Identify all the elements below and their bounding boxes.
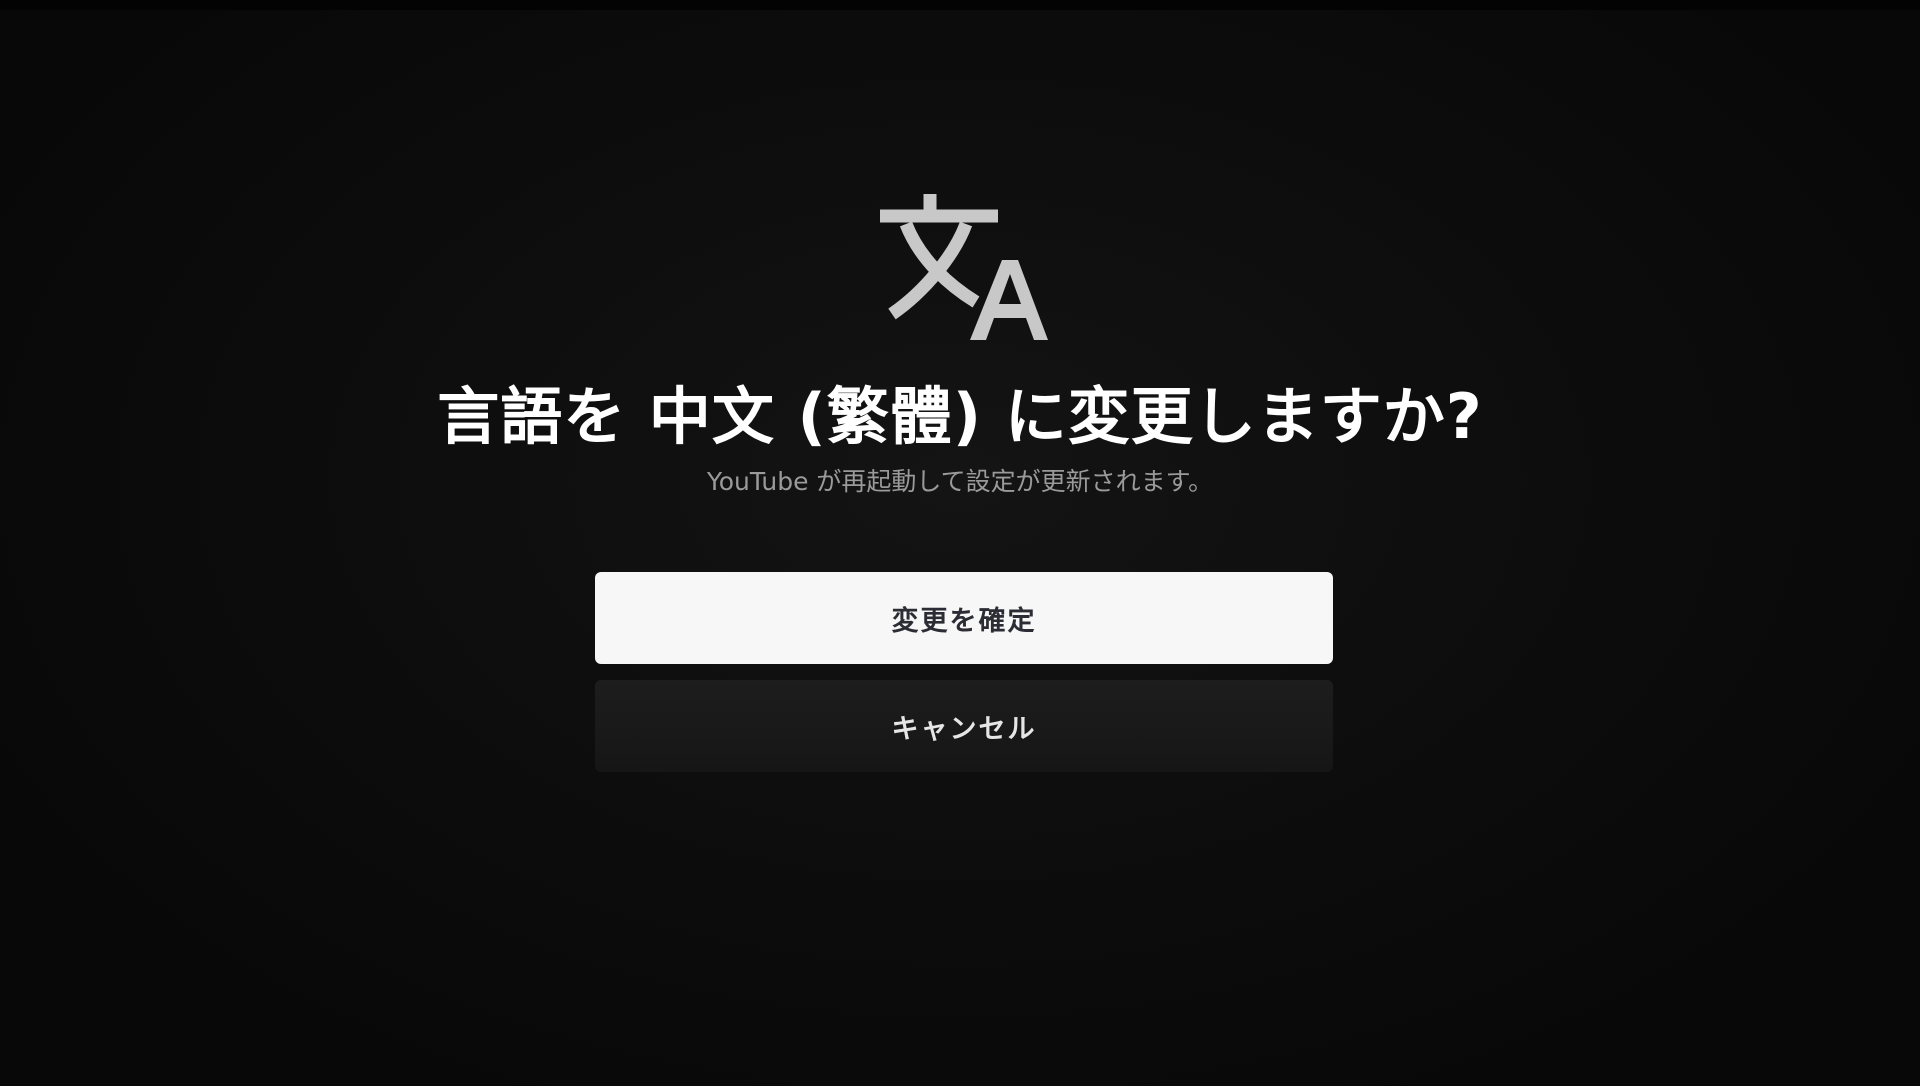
tv-screen: 言語を 中文 (繁體) に変更しますか? YouTube が再起動して設定が更新… [0, 0, 1920, 1086]
translate-icon [880, 194, 1048, 340]
cancel-label: キャンセル [891, 713, 1037, 745]
language-change-dialog: 言語を 中文 (繁體) に変更しますか? YouTube が再起動して設定が更新… [0, 0, 1920, 1086]
dialog-title: 言語を 中文 (繁體) に変更しますか? [437, 380, 1483, 453]
confirm-change-button[interactable]: 変更を確定 [595, 572, 1333, 664]
cancel-button[interactable]: キャンセル [595, 680, 1333, 772]
confirm-change-label: 変更を確定 [891, 605, 1037, 637]
dialog-subtitle: YouTube が再起動して設定が更新されます。 [706, 467, 1214, 496]
